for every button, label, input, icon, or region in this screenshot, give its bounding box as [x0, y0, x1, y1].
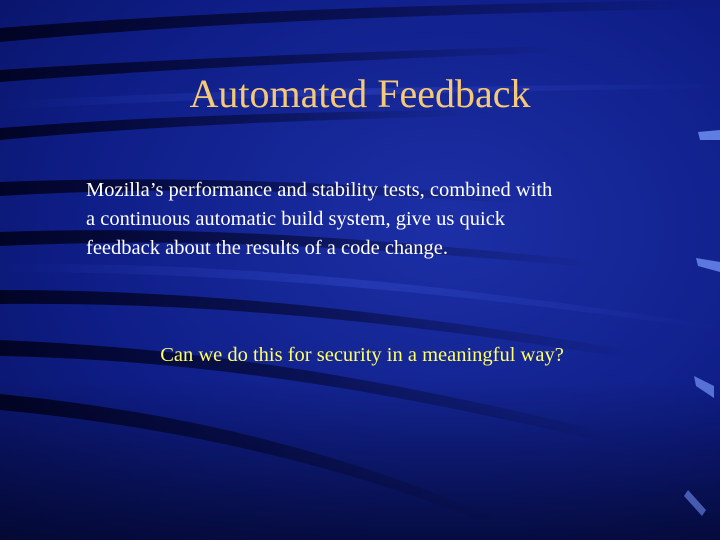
slide-title: Automated Feedback — [189, 71, 531, 116]
slide-question: Can we do this for security in a meaning… — [160, 344, 564, 366]
body-line: Mozilla’s performance and stability test… — [86, 179, 553, 201]
body-line: feedback about the results of a code cha… — [86, 237, 449, 259]
slide: Automated Feedback Mozilla’s performance… — [0, 0, 720, 540]
bottom-shade — [0, 380, 720, 540]
body-line: a continuous automatic build system, giv… — [86, 208, 506, 230]
slide-body-text: Mozilla’s performance and stability test… — [86, 176, 656, 263]
